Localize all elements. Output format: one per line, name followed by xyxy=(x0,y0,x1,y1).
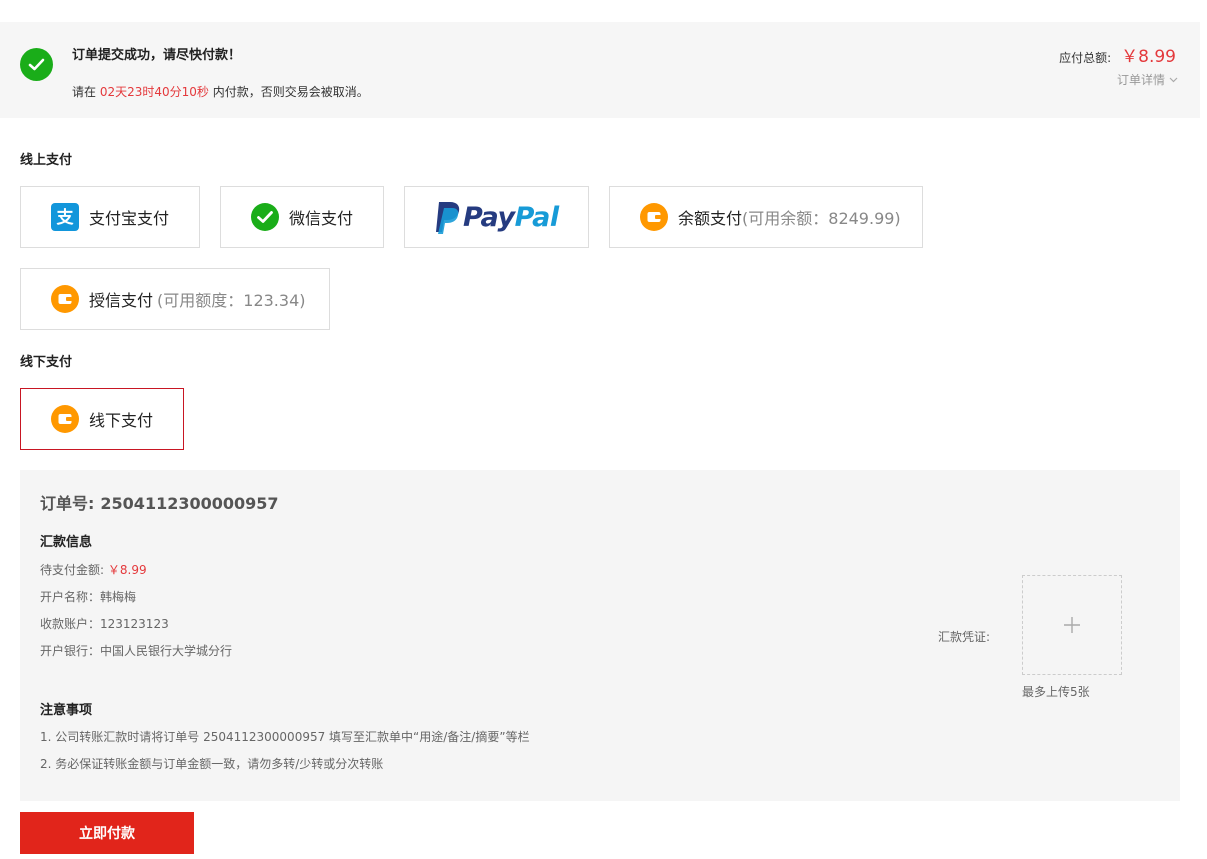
order-number-label: 订单号: xyxy=(40,494,95,513)
account-number: 收款账户：123123123 xyxy=(40,617,169,631)
countdown-suffix: 内付款，否则交易会被取消。 xyxy=(212,85,369,99)
amount-due: 待支付金额: ￥8.99 xyxy=(40,561,147,578)
pay-option-label: 微信支付 xyxy=(289,209,354,228)
pay-option-paypal[interactable]: Pay Pal xyxy=(404,186,589,248)
total-label: 应付总额: xyxy=(1059,51,1112,65)
pay-option-label: 授信支付 xyxy=(89,291,154,310)
wallet-icon xyxy=(640,203,668,231)
chevron-down-icon xyxy=(1169,77,1178,82)
bank-name: 开户银行：中国人民银行大学城分行 xyxy=(40,644,233,658)
pay-option-label: 支付宝支付 xyxy=(89,209,170,228)
amount-due-label: 待支付金额: xyxy=(40,563,105,577)
note-item: 1. 公司转账汇款时请将订单号 2504112300000957 填写至汇款单中… xyxy=(40,730,530,744)
account-name: 开户名称：韩梅梅 xyxy=(40,590,137,604)
countdown-timer: 02天23时40分10秒 xyxy=(99,85,209,99)
voucher-label: 汇款凭证: xyxy=(938,630,991,644)
order-number: 订单号: 2504112300000957 xyxy=(40,490,279,514)
pay-option-credit[interactable]: 授信支付 (可用额度：123.34) xyxy=(20,268,330,330)
paypal-p-icon xyxy=(436,202,460,234)
total-payable: 应付总额: ￥8.99 xyxy=(1059,42,1176,67)
order-detail-label: 订单详情 xyxy=(1116,73,1165,87)
plus-icon xyxy=(1064,617,1080,633)
order-success-banner: 订单提交成功，请尽快付款！ 请在 02天23时40分10秒 内付款，否则交易会被… xyxy=(0,22,1200,118)
total-amount: ￥8.99 xyxy=(1121,47,1176,67)
check-circle-icon xyxy=(20,48,53,81)
amount-due-value: ￥8.99 xyxy=(107,563,147,577)
pay-option-label: 线下支付 xyxy=(89,411,154,430)
offline-payment-panel: 订单号: 2504112300000957 汇款信息 待支付金额: ￥8.99 开… xyxy=(20,470,1180,801)
voucher-upload-button[interactable] xyxy=(1022,575,1122,675)
pay-now-button[interactable]: 立即付款 xyxy=(20,812,194,854)
paypal-wordmark-pay: Pay xyxy=(463,201,515,233)
available-balance: (可用余额：8249.99) xyxy=(742,209,901,228)
pay-option-alipay[interactable]: 支 支付宝支付 xyxy=(20,186,200,248)
pay-option-balance[interactable]: 余额支付 (可用余额：8249.99) xyxy=(609,186,923,248)
available-credit: (可用额度：123.34) xyxy=(157,291,306,310)
order-detail-toggle[interactable]: 订单详情 xyxy=(1117,71,1178,88)
countdown-prefix: 请在 xyxy=(72,85,97,99)
banner-subtitle: 请在 02天23时40分10秒 内付款，否则交易会被取消。 xyxy=(72,83,369,100)
wallet-icon xyxy=(51,285,79,313)
paypal-logo: Pay Pal xyxy=(433,200,559,234)
upload-limit-hint: 最多上传5张 xyxy=(1022,685,1090,699)
notes-heading: 注意事项 xyxy=(40,703,93,718)
pay-option-wechat[interactable]: 微信支付 xyxy=(220,186,384,248)
offline-payment-heading: 线下支付 xyxy=(20,355,73,370)
online-payment-heading: 线上支付 xyxy=(20,153,73,168)
note-item: 2. 务必保证转账金额与订单金额一致，请勿多转/少转或分次转账 xyxy=(40,757,384,771)
paypal-wordmark-pal: Pal xyxy=(514,201,560,233)
svg-text:支: 支 xyxy=(57,207,75,228)
pay-option-label: 余额支付 xyxy=(678,209,743,228)
wechat-icon xyxy=(251,203,279,231)
remittance-info-heading: 汇款信息 xyxy=(40,535,93,550)
alipay-icon: 支 xyxy=(51,203,79,231)
order-number-value: 2504112300000957 xyxy=(100,494,279,513)
wallet-icon xyxy=(51,405,79,433)
pay-option-offline[interactable]: 线下支付 xyxy=(20,388,184,450)
banner-title: 订单提交成功，请尽快付款！ xyxy=(72,48,242,63)
